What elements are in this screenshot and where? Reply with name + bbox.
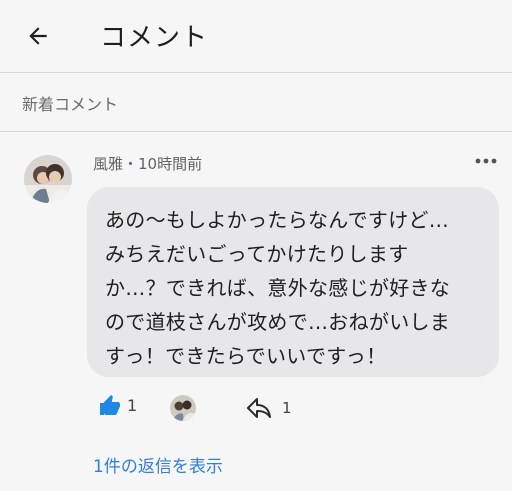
comment-bubble: あの〜もしよかったらなんですけど… みちえだいごってかけたりします か…？できれ… — [87, 187, 499, 377]
section-label: 新着コメント — [22, 95, 119, 114]
reactor-avatar[interactable] — [170, 395, 196, 421]
reply-arrow-icon — [247, 398, 271, 418]
comment-author-time: 風雅・10時間前 — [93, 155, 203, 173]
arrow-left-icon — [29, 27, 47, 45]
top-app-bar: コメント — [0, 0, 512, 73]
back-button[interactable] — [22, 20, 54, 52]
section-header: 新着コメント — [0, 73, 512, 132]
avatar-image — [24, 155, 72, 203]
avatar[interactable] — [24, 155, 72, 203]
thumbs-up-icon — [100, 395, 120, 415]
comment-text: あの〜もしよかったらなんですけど… みちえだいごってかけたりします か…？できれ… — [105, 208, 451, 368]
comment-item: 風雅・10時間前 あの〜もしよかったらなんですけど… みちえだいごってかけたりし… — [0, 132, 512, 491]
reply-count: 1 — [282, 399, 292, 417]
avatar-image — [170, 395, 196, 421]
like-count: 1 — [127, 396, 138, 415]
page-title: コメント — [100, 23, 209, 53]
more-horizontal-icon — [475, 158, 497, 164]
reply-button[interactable] — [246, 397, 272, 419]
show-replies-link[interactable]: 1件の返信を表示 — [93, 452, 223, 477]
more-options-button[interactable] — [472, 149, 500, 173]
like-button[interactable] — [98, 394, 122, 418]
